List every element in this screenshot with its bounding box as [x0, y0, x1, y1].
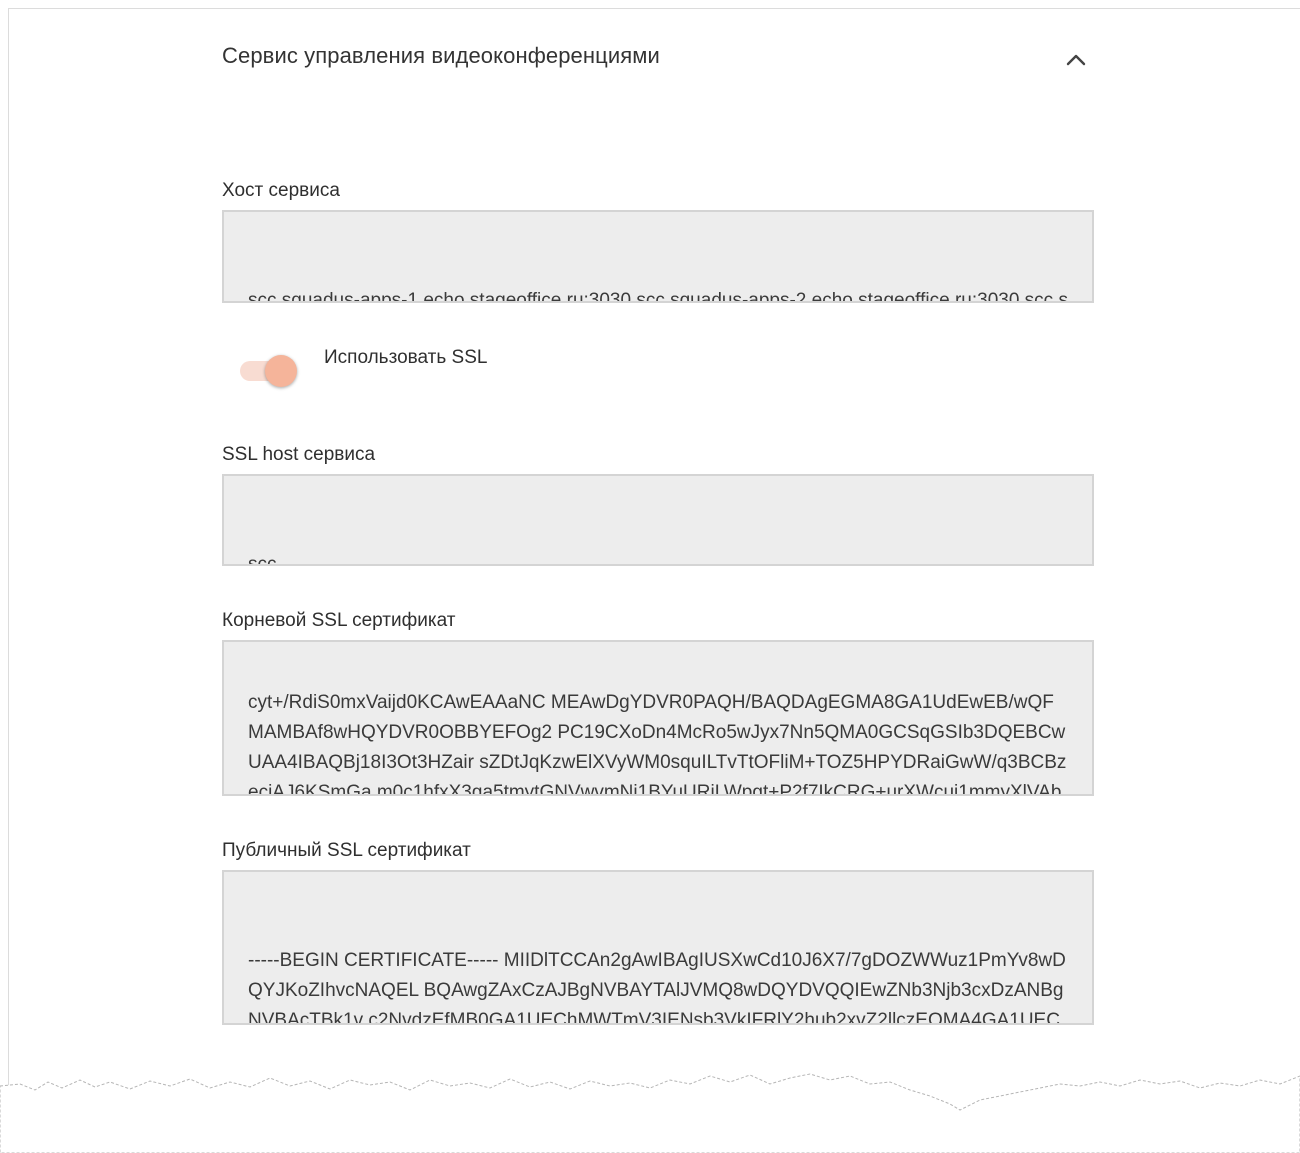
host-value: scc.squadus-apps-1.echo.stageoffice.ru:3…: [248, 290, 1068, 303]
host-field[interactable]: scc.squadus-apps-1.echo.stageoffice.ru:3…: [222, 210, 1094, 303]
public-cert-value: -----BEGIN CERTIFICATE----- MIIDlTCCAn2g…: [248, 950, 1066, 1025]
use-ssl-toggle[interactable]: [238, 352, 300, 388]
host-label: Хост сервиса: [222, 180, 340, 201]
public-cert-field[interactable]: -----BEGIN CERTIFICATE----- MIIDlTCCAn2g…: [222, 870, 1094, 1025]
root-cert-value: cyt+/RdiS0mxVaijd0KCAwEAAaNC MEAwDgYDVR0…: [248, 692, 1067, 796]
toggle-knob: [265, 355, 297, 387]
collapse-button[interactable]: [1060, 44, 1092, 76]
ssl-host-field[interactable]: scc: [222, 474, 1094, 566]
ssl-host-label: SSL host сервиса: [222, 444, 376, 465]
torn-edge-decoration: [0, 1073, 1300, 1153]
section-title: Сервис управления видеоконференциями: [222, 43, 660, 68]
ssl-host-value: scc: [248, 554, 277, 566]
public-cert-label: Публичный SSL сертификат: [222, 840, 471, 861]
chevron-up-icon: [1066, 54, 1086, 66]
root-cert-field[interactable]: cyt+/RdiS0mxVaijd0KCAwEAAaNC MEAwDgYDVR0…: [222, 640, 1094, 796]
use-ssl-label: Использовать SSL: [324, 347, 488, 368]
root-cert-label: Корневой SSL сертификат: [222, 610, 456, 631]
